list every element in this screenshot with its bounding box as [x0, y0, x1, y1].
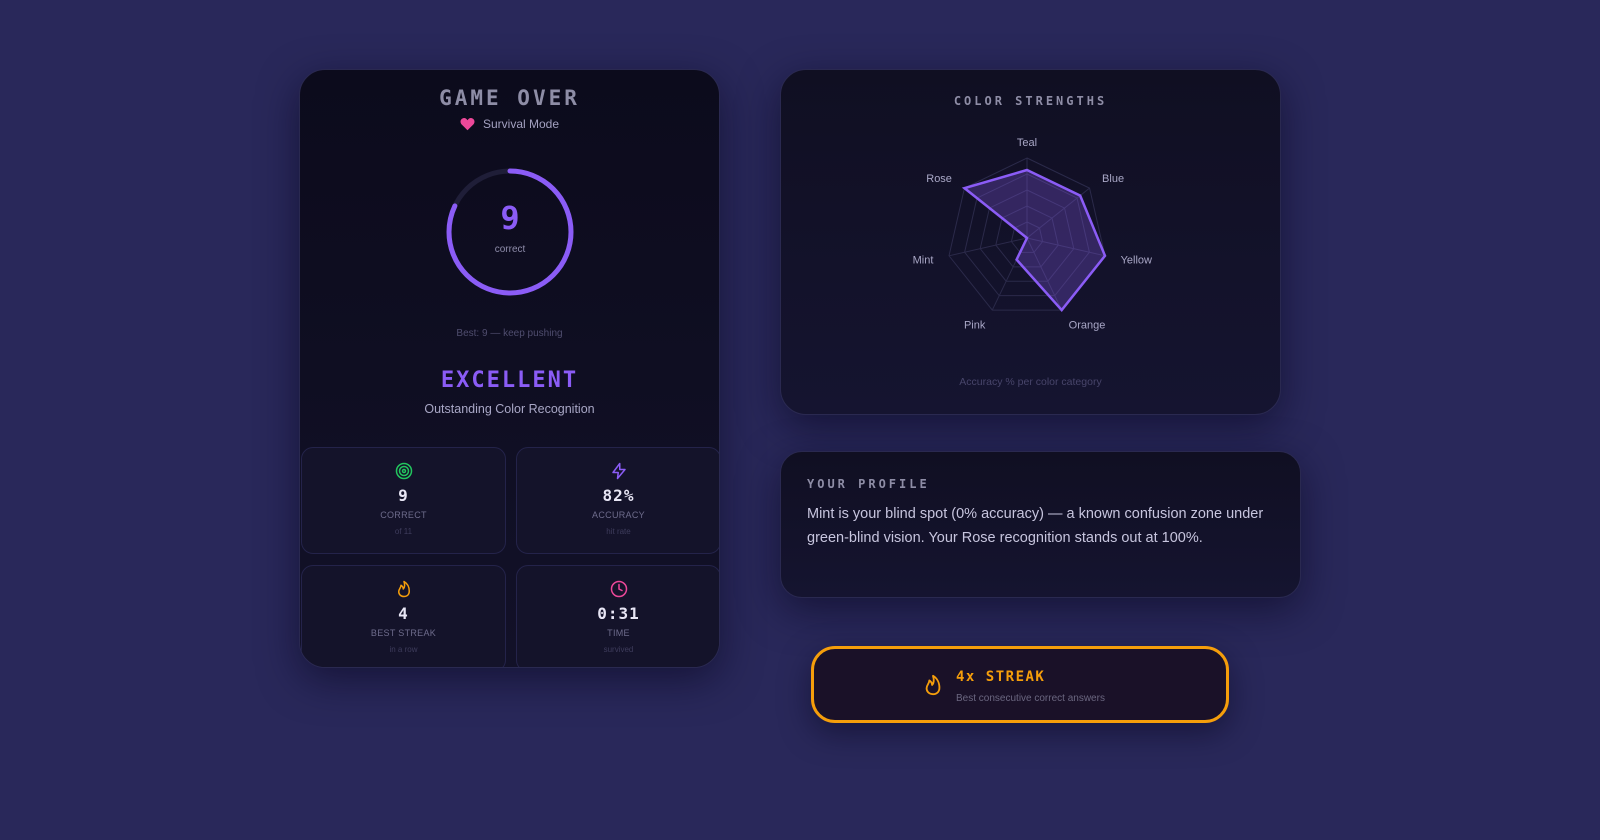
stat-label: BEST STREAK — [370, 628, 437, 638]
radar-axis-label: Yellow — [1121, 254, 1152, 266]
stat-value: 4 — [398, 604, 409, 623]
radar-axis-label: Teal — [1017, 137, 1037, 149]
radar-axis-label: Blue — [1102, 173, 1124, 185]
streak-subtitle: Best consecutive correct answers — [956, 693, 1105, 704]
stat-label: ACCURACY — [592, 510, 645, 520]
radar-axis-label: Mint — [913, 254, 934, 266]
color-strengths-card: COLOR STRENGTHS Teal Blue Yellow Orange Pink… — [780, 69, 1281, 415]
stat-sub: of 11 — [394, 527, 413, 536]
stat-sub: in a row — [389, 645, 418, 654]
mode-indicator: Survival Mode — [300, 117, 719, 131]
stat-value: 0:31 — [597, 604, 640, 623]
target-icon — [395, 462, 412, 480]
streak-title: 4x STREAK — [956, 669, 1046, 685]
score-label: correct — [494, 244, 526, 255]
streak-banner: 4x STREAK Best consecutive correct answe… — [811, 646, 1229, 723]
stat-accuracy: 82% ACCURACY hit rate — [516, 447, 719, 554]
flame-icon — [397, 580, 410, 598]
flame-icon — [925, 674, 941, 696]
stat-value: 9 — [398, 486, 409, 505]
profile-card: YOUR PROFILE Mint is your blind spot (0%… — [780, 451, 1301, 598]
game-over-card: GAME OVER Survival Mode 9 correct Best: … — [299, 69, 720, 668]
stat-value: 82% — [602, 486, 635, 505]
best-score-line: Best: 9 — keep pushing — [456, 328, 563, 339]
stat-label: TIME — [607, 628, 630, 638]
stat-sub: hit rate — [606, 527, 631, 536]
radar-caption: Accuracy % per color category — [959, 376, 1102, 388]
radar-data-polygon — [961, 168, 1107, 313]
score-ring: 9 correct — [443, 165, 577, 299]
heart-icon — [460, 118, 475, 131]
profile-text: Mint is your blind spot (0% accuracy) — … — [807, 506, 1264, 546]
mode-label: Survival Mode — [482, 117, 560, 131]
rating-subtitle: Outstanding Color Recognition — [424, 402, 595, 416]
score-value: 9 — [500, 199, 520, 237]
radar-chart: Teal Blue Yellow Orange Pink Mint Rose — [913, 137, 1152, 331]
profile-title: YOUR PROFILE — [807, 477, 930, 491]
stat-sub: survived — [603, 645, 634, 654]
stat-correct: 9 CORRECT of 11 — [301, 447, 506, 554]
stat-best-streak: 4 BEST STREAK in a row — [301, 565, 506, 667]
radar-axis-label: Orange — [1069, 319, 1106, 331]
rating-title: EXCELLENT — [440, 368, 579, 393]
stat-label: CORRECT — [380, 510, 427, 520]
clock-icon — [610, 580, 627, 598]
game-over-title: GAME OVER — [439, 86, 580, 110]
stat-time: 0:31 TIME survived — [516, 565, 719, 667]
radar-axis-label: Pink — [964, 319, 986, 331]
radar-axis-label: Rose — [926, 173, 952, 185]
lightning-icon — [611, 462, 626, 480]
